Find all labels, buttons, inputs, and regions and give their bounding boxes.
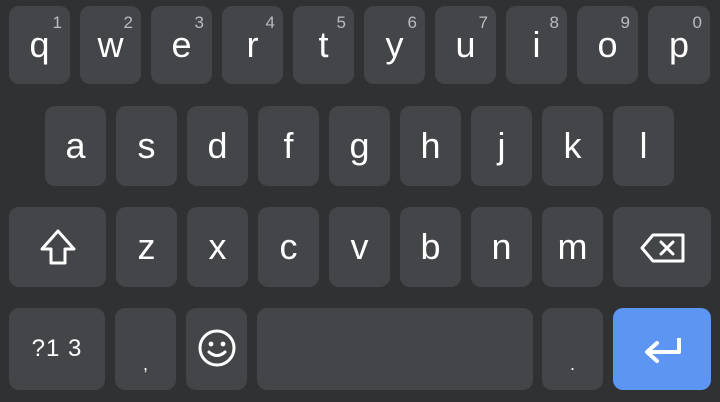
key-z[interactable]: z [116, 207, 177, 287]
key-p-hint: 0 [692, 13, 702, 32]
key-t-hint: 5 [336, 13, 346, 32]
key-v[interactable]: v [329, 207, 390, 287]
enter-key[interactable] [613, 308, 711, 390]
key-s[interactable]: s [116, 106, 177, 186]
space-key[interactable] [257, 308, 533, 390]
period-key[interactable]: . [542, 308, 603, 390]
key-c[interactable]: c [258, 207, 319, 287]
key-u-hint: 7 [478, 13, 488, 32]
backspace-icon [640, 233, 685, 263]
key-l[interactable]: l [613, 106, 674, 186]
backspace-key[interactable] [613, 207, 711, 287]
key-k[interactable]: k [542, 106, 603, 186]
key-z-label: z [137, 226, 156, 267]
key-o-hint: 9 [620, 13, 630, 32]
key-q[interactable]: q 1 [9, 6, 70, 84]
key-x[interactable]: x [187, 207, 248, 287]
key-c-label: c [279, 226, 298, 267]
enter-arrow-icon [645, 338, 681, 363]
key-b-label: b [420, 226, 441, 267]
shift-arrow-icon [40, 229, 76, 265]
key-v-label: v [350, 226, 369, 267]
key-j-label: j [497, 125, 506, 166]
key-b[interactable]: b [400, 207, 461, 287]
key-i[interactable]: i 8 [506, 6, 567, 84]
key-r-hint: 4 [265, 13, 275, 32]
key-o[interactable]: o 9 [577, 6, 638, 84]
key-u[interactable]: u 7 [435, 6, 496, 84]
mode-switch-key[interactable]: ?1 3 [9, 308, 105, 390]
key-e[interactable]: e 3 [151, 6, 212, 84]
keyboard: q 1 w 2 e 3 r 4 t 5 y 6 u 7 i 8 o 9 p 0 … [0, 0, 720, 402]
period-label: . [569, 354, 575, 374]
key-n[interactable]: n [471, 207, 532, 287]
key-j[interactable]: j [471, 106, 532, 186]
key-g-label: g [349, 125, 370, 166]
key-e-hint: 3 [194, 13, 204, 32]
key-d[interactable]: d [187, 106, 248, 186]
key-f-label: f [283, 125, 294, 166]
key-d-label: d [207, 125, 228, 166]
key-h-label: h [420, 125, 441, 166]
key-r[interactable]: r 4 [222, 6, 283, 84]
key-x-label: x [208, 226, 227, 267]
key-y-hint: 6 [407, 13, 417, 32]
key-g[interactable]: g [329, 106, 390, 186]
key-k-label: k [563, 125, 582, 166]
comma-label: , [142, 354, 148, 374]
shift-key[interactable] [9, 207, 106, 287]
key-a-label: a [65, 125, 86, 166]
comma-key[interactable]: , [115, 308, 176, 390]
key-p[interactable]: p 0 [648, 6, 710, 84]
key-y[interactable]: y 6 [364, 6, 425, 84]
emoji-key[interactable] [186, 308, 247, 390]
key-t[interactable]: t 5 [293, 6, 354, 84]
emoji-icon [198, 329, 236, 367]
key-w[interactable]: w 2 [80, 6, 141, 84]
key-w-hint: 2 [123, 13, 133, 32]
key-a[interactable]: a [45, 106, 106, 186]
mode-switch-label: ?1 3 [31, 335, 83, 362]
key-m-label: m [557, 226, 588, 267]
key-m[interactable]: m [542, 207, 603, 287]
key-s-label: s [137, 125, 156, 166]
key-q-hint: 1 [52, 13, 62, 32]
key-n-label: n [491, 226, 512, 267]
key-i-hint: 8 [549, 13, 559, 32]
key-f[interactable]: f [258, 106, 319, 186]
key-h[interactable]: h [400, 106, 461, 186]
key-l-label: l [639, 125, 648, 166]
